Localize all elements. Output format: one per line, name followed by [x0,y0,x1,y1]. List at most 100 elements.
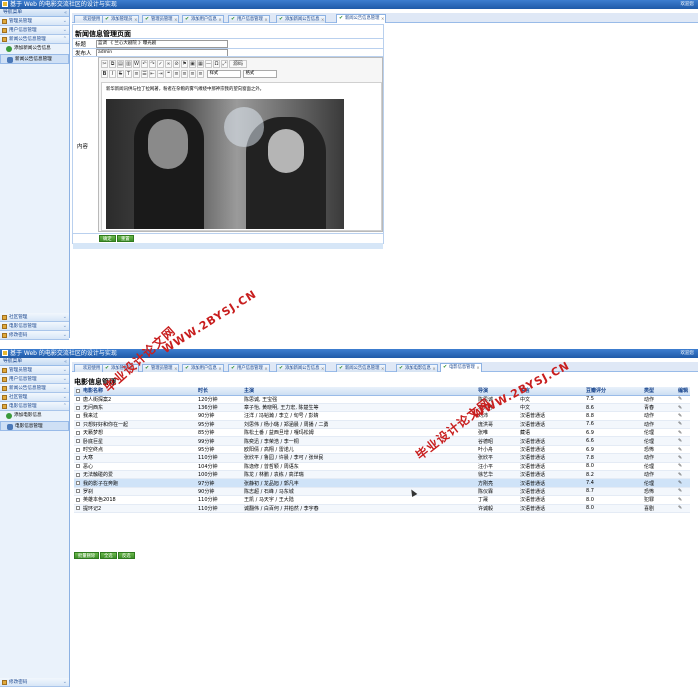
format-select[interactable]: 格式 [242,70,277,78]
close-icon[interactable]: × [218,16,221,23]
row-checkbox[interactable] [76,397,80,402]
row-checkbox[interactable] [76,447,80,452]
pencil-icon[interactable]: ✎ [678,438,682,444]
sidebar-group-movies[interactable]: 电影信息管理 ⌄ [0,322,69,331]
tab-news-manage[interactable]: ✔ 新闻公告信息管理 × [336,364,387,372]
column-header[interactable]: 时长 [196,387,242,396]
table-row[interactable]: 我的影子在奔跑 97分钟 张静初 / 龙品旭 / 郭凡丰 方刚亮 汉语普通话 7.4 伦理 ✎ [74,478,690,488]
close-icon[interactable]: × [264,365,267,372]
close-icon[interactable]: × [432,365,435,372]
close-icon[interactable]: × [218,365,221,372]
tab-admin-manage[interactable]: ✔ 管理员管理 × [142,15,180,23]
sidebar-group-password[interactable]: 修改密码 ⌄ [0,331,69,340]
tab-add-user[interactable]: ✔ 添加用户信息 × [182,364,224,372]
table-row[interactable]: 卧底巨星 99分钟 陈奕迅 / 李荣浩 / 李一桐 谷德昭 汉语普通话 6.6 伦理 ✎ [74,436,690,446]
table-row[interactable]: 大寒 110分钟 张欣平 / 鲁园 / 许晨 / 李可 / 张世民 张欣平 汉语普通话 7… [74,453,690,463]
column-header[interactable]: 电影名称 [74,387,196,396]
sidebar-group-community[interactable]: 社区管理 ⌄ [0,313,69,322]
blockquote-icon[interactable]: ❝ [165,70,172,78]
tab-admin-manage[interactable]: ✔ 管理员管理 × [142,364,180,372]
editor-content[interactable]: 新华新闻讯供与拉丁拉网著，粉者在杂粮的雾气缭绕中那神宗我的望向窗面之外。 [101,82,382,231]
row-checkbox[interactable] [76,506,80,511]
column-header[interactable]: 类型 [642,387,676,396]
tab-add-admin[interactable]: ✔ 添加管理员 × [102,15,140,23]
sidebar-group-users[interactable]: 用户信息管理 ⌄ [0,26,69,35]
row-checkbox[interactable] [76,455,80,460]
justify-icon[interactable]: ≡ [197,70,204,78]
fullscreen-icon[interactable]: ⤢ [221,60,228,68]
tab-add-news[interactable]: ✔ 添加新闻公告信息 × [276,15,327,23]
indent-icon[interactable]: ⇥ [157,70,164,78]
row-checkbox[interactable] [76,422,80,427]
close-icon[interactable]: × [264,16,267,23]
table-row[interactable]: 罗刹 90分钟 陈志超 / 石峰 / 马东城 陈仪霖 汉语普通话 8.7 恐怖 ✎ [74,487,690,497]
clear-format-icon[interactable]: T [125,70,132,78]
submit-button[interactable]: 确定 [99,235,116,242]
sidebar-group-community[interactable]: 社区管理 ⌄ [0,393,69,402]
pencil-icon[interactable]: ✎ [678,463,682,469]
paste-icon[interactable]: ▤ [117,60,124,68]
anchor-icon[interactable]: ⚑ [181,60,188,68]
align-left-icon[interactable]: ≡ [173,70,180,78]
pencil-icon[interactable]: ✎ [678,505,682,511]
special-char-icon[interactable]: Ω [213,60,220,68]
table-row[interactable]: 提环记2 110分钟 诚翻伟 / 白百何 / 井柏然 / 李宇春 许诚毅 汉语普通话 8.… [74,504,690,513]
pencil-icon[interactable]: ✎ [678,405,682,411]
tab-news-manage[interactable]: ✔ 新闻公告信息管理 × [336,14,387,23]
table-row[interactable]: 天籁梦想 85分钟 陈松土番 / 益西旦增 / 嘎玛松姆 张唯 藏语 6.9 伦理 ✎ [74,428,690,438]
sidebar-group-admin[interactable]: 管理员管理 ⌄ [0,17,69,26]
select-all-button[interactable]: 全选 [100,552,117,559]
row-checkbox[interactable] [76,413,80,418]
pencil-icon[interactable]: ✎ [678,488,682,494]
row-checkbox[interactable] [76,497,80,502]
outdent-icon[interactable]: ⇤ [149,70,156,78]
strike-icon[interactable]: S [117,70,124,78]
collapse-icon[interactable]: « [64,9,67,17]
sidebar-group-password[interactable]: 修改密码 ⌄ [0,678,69,687]
redo-icon[interactable]: ↷ [149,60,156,68]
row-checkbox[interactable] [76,439,80,444]
tab-add-movie[interactable]: ✔ 添加电影信息 × [396,364,438,372]
close-icon[interactable]: × [174,16,177,23]
row-checkbox[interactable] [76,489,80,494]
batch-delete-button[interactable]: 批量删除 [74,552,100,559]
table-icon[interactable]: ▦ [197,60,204,68]
reset-button[interactable]: 重置 [117,235,134,242]
close-icon[interactable]: × [321,16,324,23]
row-checkbox[interactable] [76,481,80,486]
table-row[interactable]: 我来过 90分钟 汪洋 / 冯韬瀚 / 李立 / 旬号 / 彭婧 刘沛 汉语普通话 8.8… [74,411,690,421]
ordered-list-icon[interactable]: ≡ [133,70,140,78]
table-row[interactable]: 唐人街探案2 120分钟 陈思诚, 王宝强 陈思诚 中文 7.5 动作 ✎ [74,395,690,404]
undo-icon[interactable]: ↶ [141,60,148,68]
table-row[interactable]: 英雄本色2018 110分钟 王凯 / 马天宇 / 王大陆 丁晟 汉语普通话 8.0 犯罪 ✎ [74,495,690,505]
pencil-icon[interactable]: ✎ [678,480,682,486]
invert-selection-button[interactable]: 反选 [118,552,135,559]
title-field[interactable]: 蓝调 《 兰心大剧院 》曝光剧 [96,40,228,48]
paste-word-icon[interactable]: W [133,60,140,68]
sidebar-item-add-news[interactable]: 添加新闻公告信息 [0,44,69,54]
close-icon[interactable]: × [476,364,479,371]
column-header[interactable]: 编辑 [676,387,690,396]
tab-movie-manage[interactable]: ✔ 电影信息管理 × [440,363,482,372]
row-checkbox[interactable] [76,472,80,477]
align-center-icon[interactable]: ≡ [181,70,188,78]
copy-icon[interactable]: ⧉ [109,60,116,68]
spellcheck-icon[interactable]: ✓ [157,60,164,68]
close-icon[interactable]: × [174,365,177,372]
pencil-icon[interactable]: ✎ [678,396,682,402]
sidebar-group-news[interactable]: 新闻公告信息管理 ⌄ [0,384,69,393]
sidebar-group-movies[interactable]: 电影信息管理 ⌃ [0,402,69,411]
image-icon[interactable]: ▣ [189,60,196,68]
select-all-checkbox[interactable] [76,388,80,393]
sidebar-item-add-movie[interactable]: 添加电影信息 [0,411,69,421]
italic-icon[interactable]: I [109,70,116,78]
close-icon[interactable]: × [381,15,384,22]
hr-icon[interactable]: — [205,60,212,68]
tab-user-manage[interactable]: ✔ 用户信息管理 × [228,364,270,372]
column-header[interactable]: 豆瓣评分 [584,387,642,396]
sidebar-item-manage-news[interactable]: 新闻公告信息管理 [0,54,69,64]
close-icon[interactable]: × [381,365,384,372]
style-select[interactable]: 样式 [206,70,241,78]
table-row[interactable]: 时空终点 95分钟 欧阳倩 / 高翔 / 雷诺儿 叶小舟 汉语普通话 6.9 恐怖 ✎ [74,445,690,455]
tab-add-news[interactable]: ✔ 添加新闻公告信息 × [276,364,327,372]
